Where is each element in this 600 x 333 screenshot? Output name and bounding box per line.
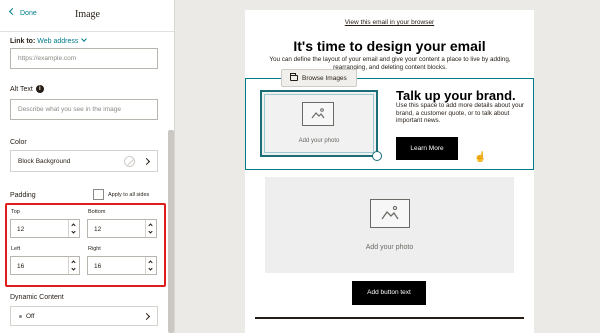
browse-images-label: Browse Images	[302, 75, 347, 82]
image-placeholder-icon	[302, 102, 334, 126]
padding-right-label: Right	[88, 246, 101, 252]
alt-text-label: Alt Text	[10, 85, 33, 93]
padding-bottom-value: 12	[94, 226, 102, 233]
chevron-right-icon	[142, 157, 151, 166]
talk-heading[interactable]: Talk up your brand.	[396, 88, 516, 103]
photo-label: Add your photo	[365, 244, 414, 251]
settings-panel: Done Image Link to: Web address https://…	[0, 0, 175, 333]
photo-label: Add your photo	[298, 138, 340, 144]
chevron-down-icon	[81, 36, 88, 42]
alt-text-heading: Alt Text i	[10, 85, 44, 93]
color-value: Block Background	[18, 158, 71, 165]
panel-title: Image	[75, 9, 100, 20]
email-headline[interactable]: It's time to design your email	[245, 38, 534, 54]
dynamic-content-selector[interactable]: Off	[10, 306, 158, 326]
apply-all-label: Apply to all sides	[108, 192, 150, 198]
dynamic-content-value: Off	[26, 313, 35, 320]
alt-text-input[interactable]: Describe what you see in the image	[10, 99, 158, 120]
learn-more-button[interactable]: Learn More	[396, 137, 458, 160]
padding-right-input[interactable]: 16	[87, 256, 157, 275]
resize-handle[interactable]	[372, 151, 382, 161]
padding-left-label: Left	[11, 246, 21, 252]
padding-bottom-stepper[interactable]	[145, 220, 156, 237]
padding-bottom-label: Bottom	[88, 209, 106, 215]
url-input[interactable]: https://example.com	[10, 48, 158, 69]
info-icon[interactable]: i	[35, 85, 44, 93]
color-swatch	[124, 156, 135, 167]
divider-line[interactable]	[255, 317, 524, 319]
chevron-right-icon	[142, 312, 151, 321]
folder-icon	[290, 73, 298, 82]
padding-right-stepper[interactable]	[145, 257, 156, 274]
color-selector[interactable]: Block Background	[10, 150, 158, 172]
color-label: Color	[10, 139, 27, 146]
link-to-selector[interactable]: Link to: Web address	[10, 36, 88, 45]
add-button-text-button[interactable]: Add button text	[352, 281, 426, 305]
padding-label: Padding	[10, 192, 36, 199]
padding-top-input[interactable]: 12	[10, 219, 80, 238]
padding-bottom-input[interactable]: 12	[87, 219, 157, 238]
padding-top-stepper[interactable]	[68, 220, 79, 237]
talk-body-text[interactable]: Use this space to add more details about…	[396, 102, 529, 125]
apply-all-checkbox[interactable]	[93, 189, 104, 200]
status-dot-icon	[19, 314, 22, 318]
link-to-label: Link to:	[10, 38, 36, 45]
image-placeholder-icon	[370, 199, 410, 228]
padding-right-value: 16	[94, 263, 102, 270]
padding-top-value: 12	[17, 226, 25, 233]
link-to-value: Web address	[37, 38, 79, 45]
panel-header: Done Image	[0, 0, 174, 32]
panel-scrollbar[interactable]	[168, 130, 174, 333]
image-block[interactable]: Add your photo	[265, 177, 514, 273]
padding-left-stepper[interactable]	[68, 257, 79, 274]
padding-top-label: Top	[11, 209, 20, 215]
browse-images-button[interactable]: Browse Images	[281, 69, 357, 87]
padding-left-input[interactable]: 16	[10, 256, 80, 275]
email-canvas: View this email in your browser It's tim…	[245, 10, 534, 333]
dynamic-content-label: Dynamic Content	[10, 294, 64, 301]
padding-left-value: 16	[17, 263, 25, 270]
view-in-browser-link[interactable]: View this email in your browser	[245, 19, 534, 26]
hand-cursor-icon: ☝	[474, 152, 487, 163]
